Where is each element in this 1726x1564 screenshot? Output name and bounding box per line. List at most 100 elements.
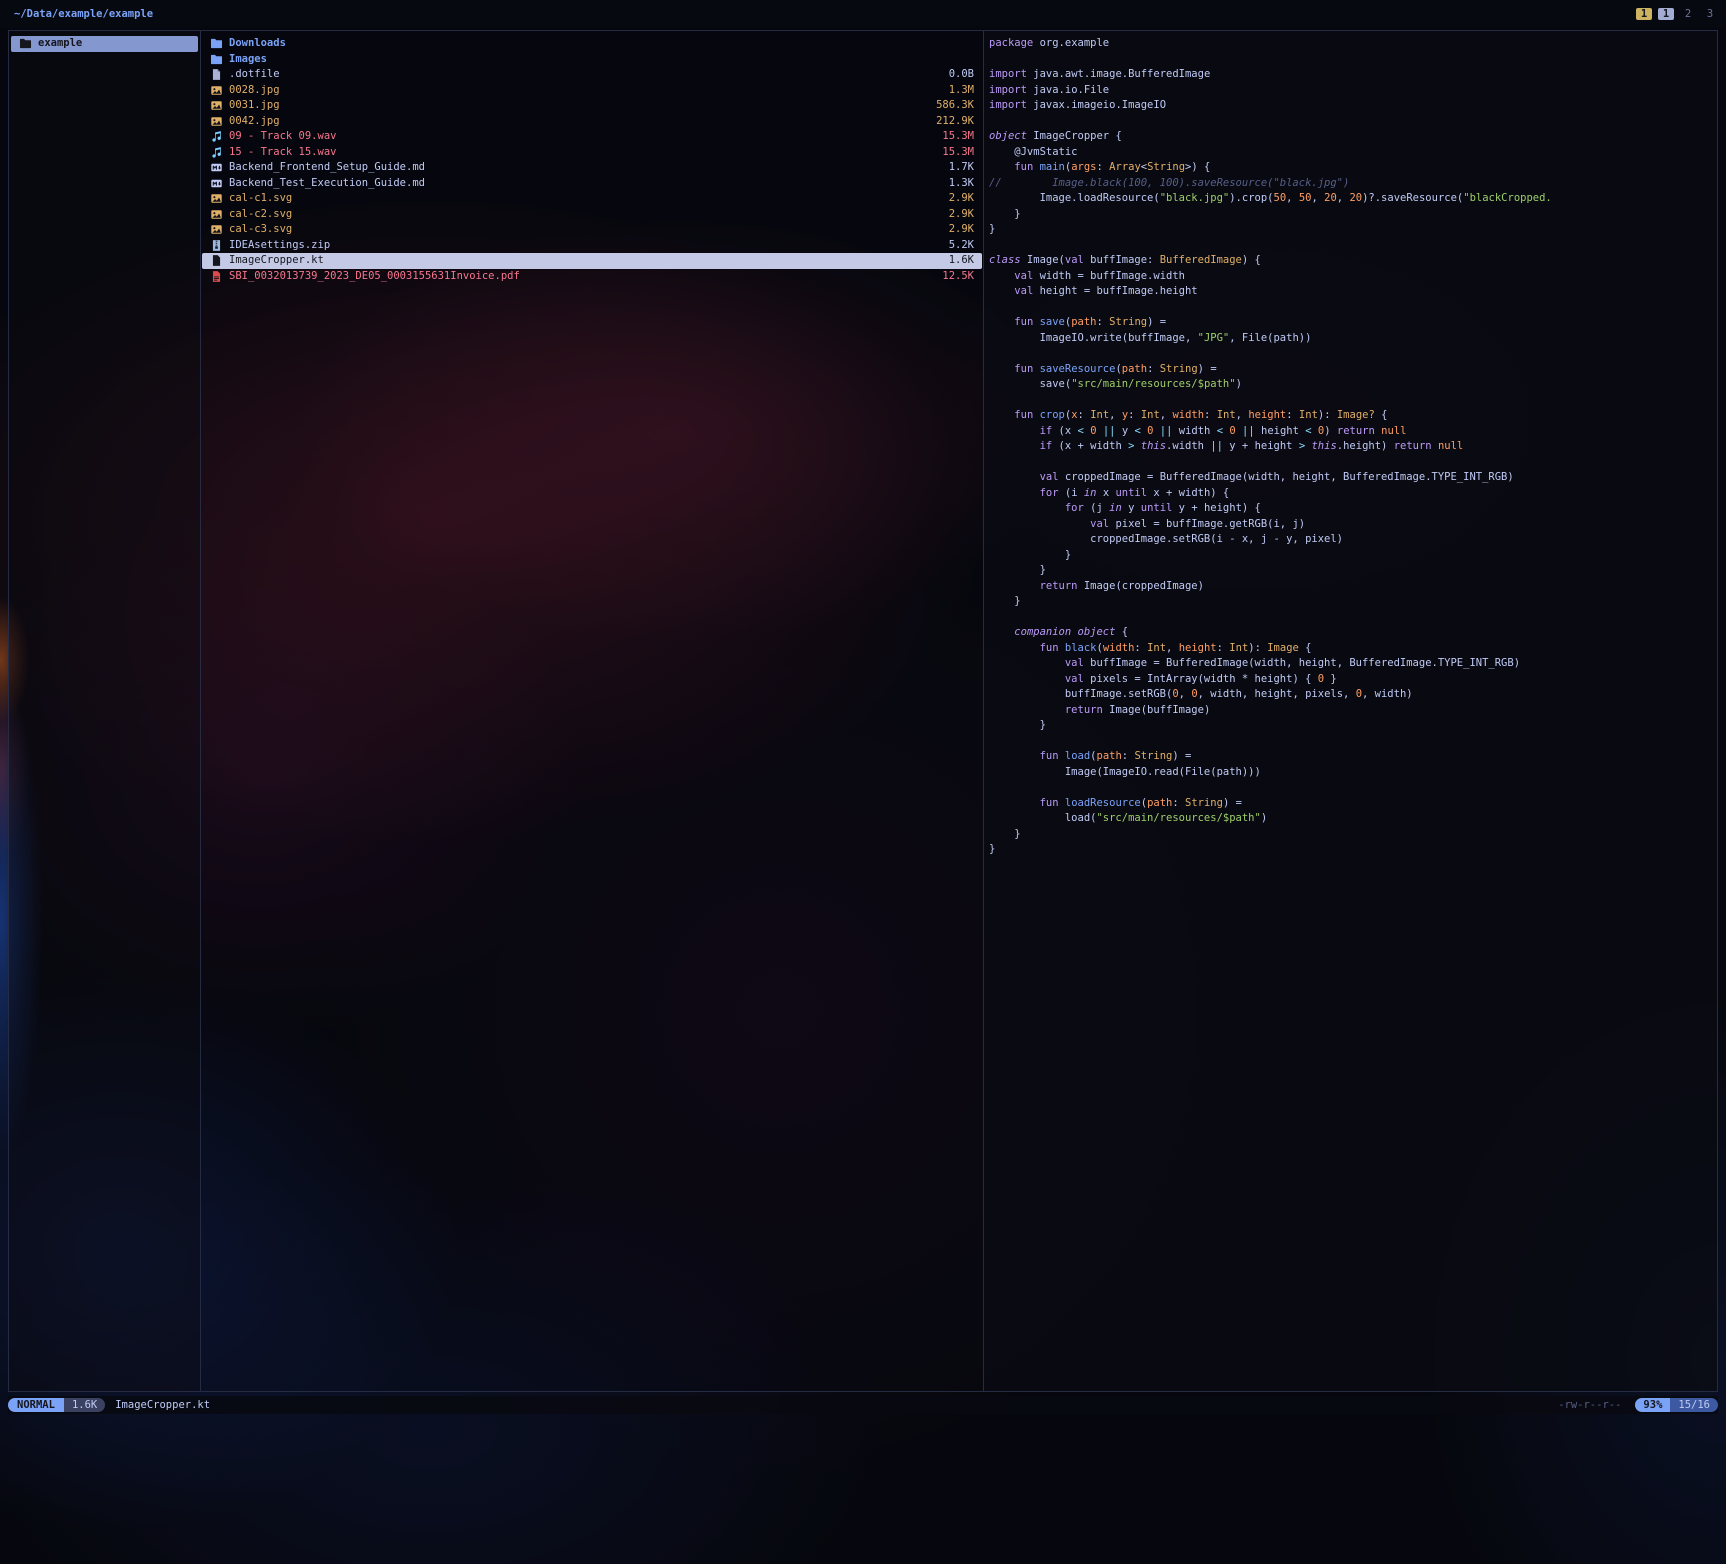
code-line [989, 114, 1717, 130]
scroll-percentage: 93% [1635, 1398, 1670, 1412]
parent-dir-name: example [38, 36, 82, 52]
tab-1[interactable]: 1 [1636, 8, 1652, 20]
file-row[interactable]: cal-c1.svg2.9K [202, 191, 982, 207]
markdown-icon [210, 177, 223, 190]
code-line: } [989, 718, 1717, 734]
file-row[interactable]: Backend_Test_Execution_Guide.md 1.3K [202, 176, 982, 192]
code-line: val height = buffImage.height [989, 284, 1717, 300]
file-size: 12.5K [934, 269, 974, 285]
image-icon [210, 208, 223, 221]
file-row[interactable]: SBI_0032013739_2023_DE05_0003155631Invoi… [202, 269, 982, 285]
code-line: } [989, 594, 1717, 610]
tab-4[interactable]: 3 [1702, 8, 1718, 20]
code-line: // Image.black(100, 100).saveResource("b… [989, 176, 1717, 192]
file-row[interactable]: 15 - Track 15.wav15.3M [202, 145, 982, 161]
audio-icon [210, 130, 223, 143]
folder-icon [210, 37, 223, 50]
audio-icon [210, 146, 223, 159]
code-line: Image.loadResource("black.jpg").crop(50,… [989, 191, 1717, 207]
code-line: } [989, 563, 1717, 579]
code-line [989, 52, 1717, 68]
image-icon [210, 115, 223, 128]
mode-badge: NORMAL [8, 1398, 64, 1412]
file-name: Images [229, 52, 267, 68]
file-row[interactable]: IDEAsettings.zip5.2K [202, 238, 982, 254]
file-row[interactable]: 09 - Track 09.wav 15.3M [202, 129, 982, 145]
code-line: val croppedImage = BufferedImage(width, … [989, 470, 1717, 486]
tab-2[interactable]: 1 [1658, 8, 1674, 20]
code-line: fun load(path: String) = [989, 749, 1717, 765]
code-line: croppedImage.setRGB(i - x, j - y, pixel) [989, 532, 1717, 548]
code-line: } [989, 222, 1717, 238]
file-size-badge: 1.6K [64, 1398, 105, 1412]
file-name: Backend_Test_Execution_Guide.md [229, 176, 425, 192]
file-name: 0042.jpg [229, 114, 280, 130]
file-name: SBI_0032013739_2023_DE05_0003155631Invoi… [229, 269, 520, 285]
file-name: 15 - Track 15.wav [229, 145, 336, 161]
code-line [989, 238, 1717, 254]
file-name: Backend_Frontend_Setup_Guide.md [229, 160, 425, 176]
statusbar-filename: ImageCropper.kt [115, 1399, 210, 1411]
file-row[interactable]: cal-c3.svg2.9K [202, 222, 982, 238]
code-line [989, 780, 1717, 796]
code-line: for (j in y until y + height) { [989, 501, 1717, 517]
code-icon [210, 254, 223, 267]
code-line: @JvmStatic [989, 145, 1717, 161]
file-size: 0.0B [941, 67, 974, 83]
cursor-position: 15/16 [1670, 1398, 1718, 1412]
tab-3[interactable]: 2 [1680, 8, 1696, 20]
code-line: fun black(width: Int, height: Int): Imag… [989, 641, 1717, 657]
file-name: IDEAsettings.zip [229, 238, 330, 254]
topbar: ~/Data/example/example 1123 [0, 0, 1726, 28]
file-row[interactable]: Backend_Frontend_Setup_Guide.md 1.7K [202, 160, 982, 176]
code-line: fun loadResource(path: String) = [989, 796, 1717, 812]
code-line [989, 455, 1717, 471]
markdown-icon [210, 161, 223, 174]
file-size: 15.3M [934, 129, 974, 145]
code-line: val buffImage = BufferedImage(width, hei… [989, 656, 1717, 672]
image-icon [210, 192, 223, 205]
file-row[interactable]: 0031.jpg586.3K [202, 98, 982, 114]
code-line: if (x + width > this.width || y + height… [989, 439, 1717, 455]
main-panes: example DownloadsImages.dotfile0.0B0028.… [8, 30, 1718, 1392]
code-line: package org.example [989, 36, 1717, 52]
code-line: import java.awt.image.BufferedImage [989, 67, 1717, 83]
code-line [989, 610, 1717, 626]
folder-icon [210, 53, 223, 66]
statusbar-left: NORMAL 1.6K ImageCropper.kt [8, 1398, 210, 1412]
file-name: 0028.jpg [229, 83, 280, 99]
file-name: cal-c3.svg [229, 222, 292, 238]
file-size: 1.7K [941, 160, 974, 176]
code-line: fun save(path: String) = [989, 315, 1717, 331]
file-row[interactable]: Images [202, 52, 982, 68]
file-icon [210, 68, 223, 81]
code-line: load("src/main/resources/$path") [989, 811, 1717, 827]
file-size: 1.3K [941, 176, 974, 192]
file-row[interactable]: .dotfile0.0B [202, 67, 982, 83]
file-name: ImageCropper.kt [229, 253, 324, 269]
file-row[interactable]: Downloads [202, 36, 982, 52]
file-row[interactable]: cal-c2.svg2.9K [202, 207, 982, 223]
file-name: 0031.jpg [229, 98, 280, 114]
file-row[interactable]: 0042.jpg 212.9K [202, 114, 982, 130]
file-size: 2.9K [941, 191, 974, 207]
code-line: import java.io.File [989, 83, 1717, 99]
statusbar: NORMAL 1.6K ImageCropper.kt -rw-r--r-- 9… [8, 1396, 1718, 1414]
parent-row[interactable]: example [11, 36, 198, 52]
code-line [989, 346, 1717, 362]
file-size: 1.3M [941, 83, 974, 99]
image-icon [210, 223, 223, 236]
file-list-pane: DownloadsImages.dotfile0.0B0028.jpg1.3M0… [201, 31, 984, 1391]
file-size: 212.9K [928, 114, 974, 130]
code-line [989, 734, 1717, 750]
parent-pane: example [9, 31, 201, 1391]
file-row[interactable]: ImageCropper.kt1.6K [202, 253, 982, 269]
file-name: Downloads [229, 36, 286, 52]
file-row[interactable]: 0028.jpg 1.3M [202, 83, 982, 99]
code-line: } [989, 842, 1717, 858]
code-line: val width = buffImage.width [989, 269, 1717, 285]
file-name: 09 - Track 09.wav [229, 129, 336, 145]
statusbar-right: -rw-r--r-- 93% 15/16 [1558, 1398, 1718, 1412]
code-line: return Image(buffImage) [989, 703, 1717, 719]
image-icon [210, 99, 223, 112]
